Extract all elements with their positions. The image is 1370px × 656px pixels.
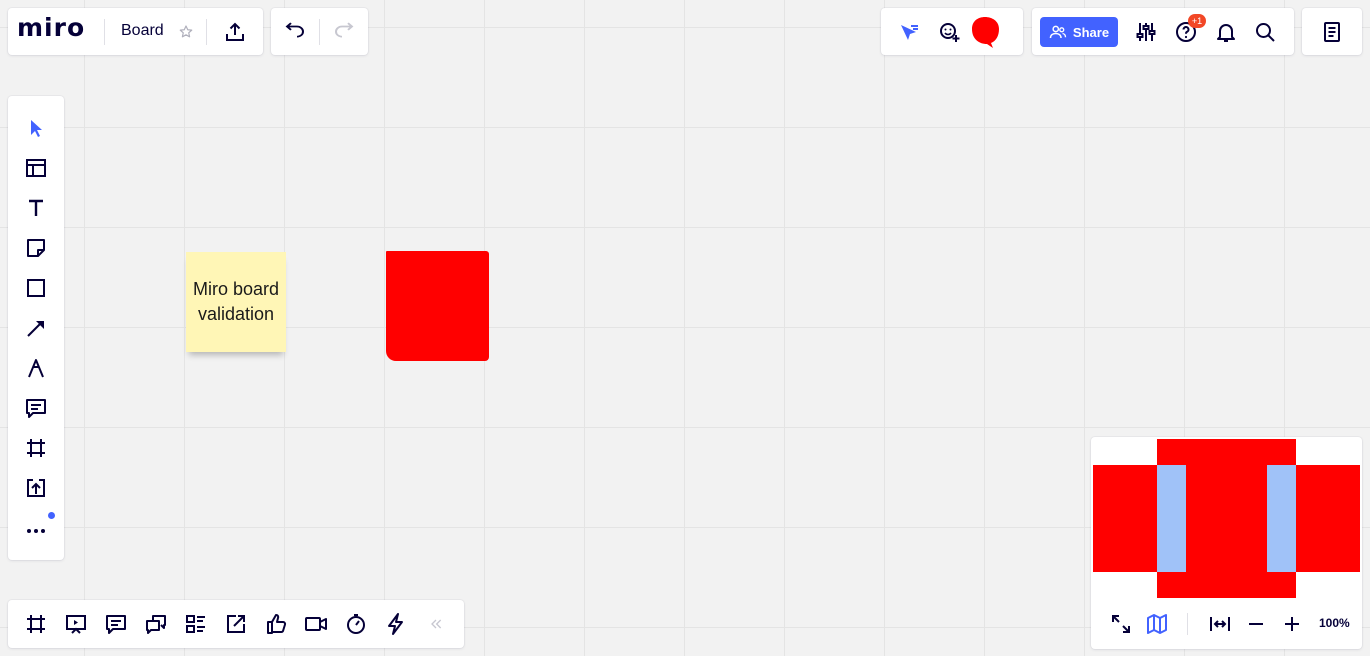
frame-icon[interactable] <box>20 432 52 464</box>
sticky-note[interactable]: Miro board validation <box>186 252 286 352</box>
fit-to-screen-icon[interactable] <box>1204 608 1236 640</box>
comments-icon[interactable] <box>100 608 132 640</box>
divider <box>206 19 207 45</box>
miro-logo[interactable]: miro <box>17 13 85 42</box>
presentation-icon[interactable] <box>60 608 92 640</box>
frames-icon[interactable] <box>20 608 52 640</box>
follow-cursor-icon[interactable] <box>893 16 925 48</box>
user-avatar[interactable] <box>969 15 1003 49</box>
collapse-icon[interactable] <box>420 608 452 640</box>
sticky-note-text: Miro board validation <box>192 279 280 324</box>
star-icon[interactable] <box>170 16 202 48</box>
shape-icon[interactable] <box>20 272 52 304</box>
reactions-icon[interactable] <box>933 16 965 48</box>
board-name[interactable]: Board <box>121 22 164 40</box>
divider <box>319 19 320 45</box>
zoom-level[interactable]: 100% <box>1319 616 1350 630</box>
upload-icon[interactable] <box>20 472 52 504</box>
settings-sliders-icon[interactable] <box>1130 16 1162 48</box>
users-icon <box>1049 25 1067 39</box>
templates-icon[interactable] <box>20 152 52 184</box>
fullscreen-icon[interactable] <box>1105 608 1137 640</box>
minimap-preview[interactable] <box>1093 439 1360 598</box>
card-list-icon[interactable] <box>180 608 212 640</box>
redo-icon[interactable] <box>328 16 360 48</box>
sticky-note-icon[interactable] <box>20 232 52 264</box>
more-tools-icon[interactable] <box>20 512 52 544</box>
video-call-icon[interactable] <box>300 608 332 640</box>
new-feature-dot <box>48 512 55 519</box>
export-icon[interactable] <box>219 16 251 48</box>
bell-icon[interactable] <box>1210 16 1242 48</box>
integrations-icon[interactable] <box>380 608 412 640</box>
text-icon[interactable] <box>20 192 52 224</box>
notes-icon[interactable] <box>1316 16 1348 48</box>
red-shape[interactable] <box>386 251 489 361</box>
notification-badge: +1 <box>1188 14 1206 28</box>
share-screen-icon[interactable] <box>220 608 252 640</box>
chat-icon[interactable] <box>140 608 172 640</box>
share-label: Share <box>1072 24 1110 40</box>
timer-icon[interactable] <box>340 608 372 640</box>
zoom-in-icon[interactable] <box>1276 608 1308 640</box>
divider <box>1187 613 1188 635</box>
pen-icon[interactable] <box>20 352 52 384</box>
comment-icon[interactable] <box>20 392 52 424</box>
search-icon[interactable] <box>1249 16 1281 48</box>
divider <box>104 19 105 45</box>
connection-line-icon[interactable] <box>20 312 52 344</box>
undo-icon[interactable] <box>279 16 311 48</box>
voting-icon[interactable] <box>260 608 292 640</box>
map-icon[interactable] <box>1141 608 1173 640</box>
share-button[interactable]: Share <box>1040 17 1118 47</box>
zoom-out-icon[interactable] <box>1240 608 1272 640</box>
select-icon[interactable] <box>20 112 52 144</box>
